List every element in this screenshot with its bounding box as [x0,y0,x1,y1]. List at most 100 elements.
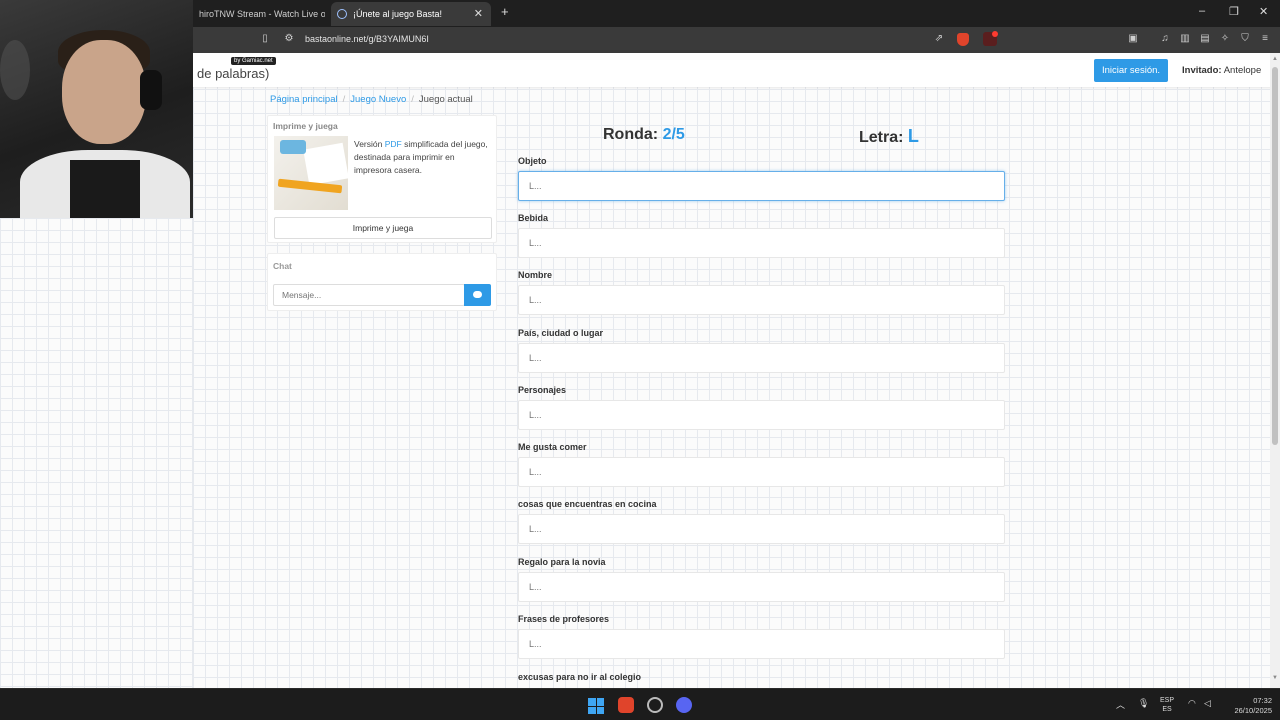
minimize-icon[interactable]: – [1199,5,1205,17]
share-icon[interactable]: ⇗ [933,33,945,45]
breadcrumb-home[interactable]: Página principal [270,94,338,105]
field-label: Personajes [518,385,567,395]
field-comer: Me gusta comer [518,442,1006,487]
new-tab-icon[interactable]: + [501,4,509,19]
url-text[interactable]: bastaonline.net/g/B3YAIMUN6I [305,34,429,44]
lang-top: ESP [1160,697,1175,704]
letter-value: L [907,126,919,146]
guest-prefix: Invitado: [1182,65,1222,76]
brave-shield-icon[interactable] [957,33,969,46]
clock-time: 07:32 [1253,696,1272,705]
restore-icon[interactable]: ❐ [1229,5,1239,18]
field-bebida: Bebida [518,213,1006,258]
extension-icon[interactable] [983,31,998,46]
tab-basta[interactable]: ¡Únete al juego Basta! ✕ [331,2,491,26]
field-label: Bebida [518,213,549,223]
answer-input[interactable] [518,572,1005,602]
field-personajes: Personajes [518,385,1006,430]
guest-name: Antelope [1223,65,1262,76]
chat-title: Chat [273,261,292,271]
leo-icon[interactable]: ✧ [1219,33,1231,45]
field-label: Regalo para la novia [518,557,606,567]
music-icon[interactable]: ♫ [1159,33,1171,45]
scroll-down-icon[interactable]: ▼ [1272,675,1278,681]
guest-user[interactable]: Invitado: Antelope [1182,65,1261,76]
sidebar-icon[interactable]: ▥ [1179,33,1191,45]
page-background-left [0,218,193,688]
tab-label: ¡Únete al juego Basta! [353,9,443,19]
address-bar: ▯ ⚙ bastaonline.net/g/B3YAIMUN6I ⇗ ▣ ♫ ▥… [193,27,1280,53]
field-excusas: excusas para no ir al colegio [518,672,1006,687]
taskbar: ︿ 🎙 ESP ES ◠ ◁ 07:32 26/10/2025 [0,688,1280,720]
answer-input[interactable] [518,457,1005,487]
menu-icon[interactable]: ≡ [1259,33,1271,45]
windows-start-icon[interactable] [588,698,604,714]
wallet-icon[interactable]: ▤ [1199,33,1211,45]
tab-label: hiroTNW Stream - Watch Live on Ki [199,9,325,19]
answer-input[interactable] [518,514,1005,544]
screenshot-icon[interactable]: ▣ [1127,33,1139,45]
answer-input[interactable] [518,228,1005,258]
answer-input[interactable] [518,285,1005,315]
page-scrollbar[interactable]: ▲ ▼ [1270,53,1280,688]
breadcrumb-current: Juego actual [418,94,473,105]
chat-panel: Chat [267,253,497,311]
field-label: Frases de profesores [518,614,610,624]
chat-send-button[interactable] [464,284,491,306]
page: de palabras) by Gamiac.net Iniciar sesió… [193,53,1280,688]
answer-input[interactable] [518,629,1005,659]
site-header: de palabras) by Gamiac.net Iniciar sesió… [193,53,1280,87]
round-label: Ronda: [603,126,659,143]
wifi-icon[interactable]: ◠ [1188,698,1196,709]
desc-link[interactable]: PDF [385,139,402,149]
volume-icon[interactable]: ◁ [1204,698,1211,709]
chat-message-input[interactable] [273,284,465,306]
clock-date: 26/10/2025 [1234,706,1272,715]
field-label: cosas que encuentras en cocina [518,499,657,509]
obs-taskbar-icon[interactable] [647,697,663,713]
letter-indicator: Letra: L [859,126,919,147]
field-regalo: Regalo para la novia [518,557,1006,602]
print-description: Versión PDF simplificada del juego, dest… [354,138,494,177]
answer-input[interactable] [518,343,1005,373]
vpn-icon[interactable]: ⛉ [1239,33,1251,45]
field-nombre: Nombre [518,270,1006,315]
brand-text: de palabras) [197,66,270,81]
tray-chevron-icon[interactable]: ︿ [1116,698,1125,711]
tab-stream[interactable]: hiroTNW Stream - Watch Live on Ki [193,2,325,26]
lang-bottom: ES [1162,706,1172,713]
scroll-up-icon[interactable]: ▲ [1272,56,1278,62]
language-indicator[interactable]: ESP ES [1160,696,1174,714]
login-button[interactable]: Iniciar sesión. [1094,59,1168,82]
webcam-overlay [0,0,193,218]
letter-label: Letra: [859,129,904,146]
field-label: País, ciudad o lugar [518,328,604,338]
breadcrumb-new-game[interactable]: Juego Nuevo [350,94,406,105]
brave-taskbar-icon[interactable] [618,697,634,713]
answer-input[interactable] [518,400,1005,430]
print-thumbnail [274,136,348,210]
field-pais: País, ciudad o lugar [518,328,1006,373]
discord-taskbar-icon[interactable] [676,697,692,713]
globe-icon [337,9,347,19]
microphone-icon[interactable]: 🎙 [1138,698,1149,709]
close-icon[interactable]: ✕ [474,2,483,26]
scrollbar-thumb[interactable] [1272,67,1278,445]
close-window-icon[interactable]: ✕ [1259,5,1268,18]
print-panel: Imprime y juega Versión PDF simplificada… [267,115,497,243]
desc-prefix: Versión [354,139,383,149]
round-value: 2/5 [662,126,685,143]
site-info-icon[interactable]: ⚙ [283,33,295,45]
field-objeto: Objeto [518,156,1006,201]
field-frases: Frases de profesores [518,614,1006,659]
round-indicator: Ronda: 2/5 [603,126,685,144]
field-label: Nombre [518,270,553,280]
answer-input[interactable] [518,171,1005,201]
print-button[interactable]: Imprime y juega [274,217,492,239]
field-cocina: cosas que encuentras en cocina [518,499,1006,544]
print-panel-title: Imprime y juega [273,121,338,131]
bookmark-icon[interactable]: ▯ [259,33,271,45]
chat-bubble-icon [473,291,482,298]
clock[interactable]: 07:32 26/10/2025 [1222,696,1272,716]
field-label: Me gusta comer [518,442,587,452]
